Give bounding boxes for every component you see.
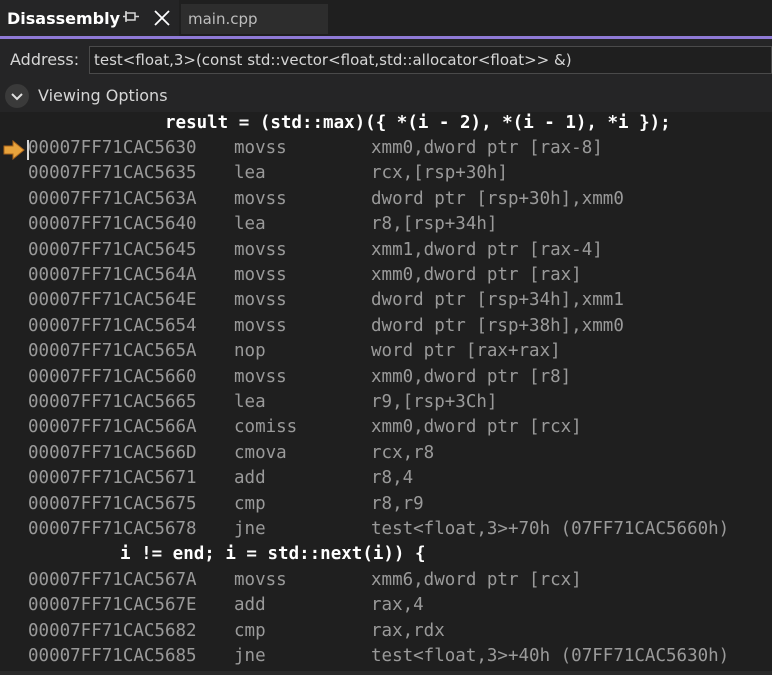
instruction-row[interactable]: 00007FF71CAC5654 movss dword ptr [rsp+38h]… bbox=[0, 316, 772, 341]
instruction-address: 00007FF71CAC564A bbox=[28, 265, 197, 285]
instruction-row[interactable]: 00007FF71CAC5640 lea r8,[rsp+34h] bbox=[0, 214, 772, 239]
instruction-address: 00007FF71CAC5685 bbox=[28, 646, 197, 667]
instruction-opcode: lea bbox=[234, 214, 266, 235]
instruction-address: 00007FF71CAC5645 bbox=[28, 239, 197, 260]
instruction-operands: rcx,[rsp+30h] bbox=[371, 163, 508, 184]
instruction-row[interactable]: 00007FF71CAC5630 movss xmm0,dword ptr [rax… bbox=[0, 138, 772, 163]
instruction-row[interactable]: 00007FF71CAC5645 movss xmm1,dword ptr [rax… bbox=[0, 240, 772, 265]
horizontal-scrollbar[interactable] bbox=[0, 671, 772, 675]
instruction-operands: test<float,3>+70h (07FF71CAC5660h) bbox=[371, 519, 730, 539]
pin-icon[interactable] bbox=[123, 9, 141, 27]
instruction-address: 00007FF71CAC5660 bbox=[28, 366, 197, 387]
instruction-opcode: movss bbox=[234, 570, 287, 590]
instruction-row[interactable]: 00007FF71CAC5671 add r8,4 bbox=[0, 468, 772, 493]
instruction-address: 00007FF71CAC5640 bbox=[28, 214, 197, 235]
instruction-row[interactable]: 00007FF71CAC564E movss dword ptr [rsp+34h]… bbox=[0, 290, 772, 315]
instruction-address: 00007FF71CAC566D bbox=[28, 442, 197, 463]
instruction-operands: xmm0,dword ptr [r8] bbox=[371, 366, 572, 387]
source-line: result = (std::max)({ *(i - 2), *(i - 1)… bbox=[165, 113, 671, 133]
instruction-opcode: lea bbox=[234, 163, 266, 184]
instruction-operands: dword ptr [rsp+30h],xmm0 bbox=[371, 188, 624, 209]
instruction-operands: rax,rdx bbox=[371, 620, 445, 641]
instruction-row[interactable]: 00007FF71CAC564A movss xmm0,dword ptr [rax… bbox=[0, 265, 772, 290]
address-input[interactable]: test<float,3>(const std::vector<float,st… bbox=[89, 46, 772, 74]
instruction-operands: dword ptr [rsp+34h],xmm1 bbox=[371, 290, 624, 311]
instruction-address: 00007FF71CAC565A bbox=[28, 341, 197, 362]
instruction-opcode: jne bbox=[234, 646, 266, 667]
instruction-row[interactable]: 00007FF71CAC5678 jne test<float,3>+70h (07… bbox=[0, 519, 772, 544]
instruction-row[interactable]: 00007FF71CAC563A movss dword ptr [rsp+30h]… bbox=[0, 189, 772, 214]
instruction-opcode: movss bbox=[234, 290, 287, 311]
instruction-operands: xmm0,dword ptr [rax-8] bbox=[371, 138, 603, 158]
instruction-address: 00007FF71CAC5665 bbox=[28, 392, 197, 412]
viewing-options-label[interactable]: Viewing Options bbox=[38, 86, 168, 105]
instruction-opcode: lea bbox=[234, 392, 266, 412]
instruction-address: 00007FF71CAC5654 bbox=[28, 315, 197, 336]
source-line: i != end; i = std::next(i)) { bbox=[120, 544, 426, 564]
instruction-opcode: comiss bbox=[234, 417, 298, 438]
instruction-row[interactable]: 00007FF71CAC567A movss xmm6,dword ptr [rcx… bbox=[0, 570, 772, 595]
instruction-address: 00007FF71CAC5682 bbox=[28, 620, 197, 641]
instruction-row[interactable]: 00007FF71CAC5675 cmp r8,r9 bbox=[0, 494, 772, 519]
instruction-opcode: movss bbox=[234, 239, 287, 260]
instruction-address: 00007FF71CAC5671 bbox=[28, 468, 197, 489]
instruction-opcode: add bbox=[234, 468, 266, 489]
document-tab-strip: Disassembly main.cpp bbox=[0, 0, 772, 36]
instruction-row[interactable]: 00007FF71CAC5665 lea r9,[rsp+3Ch] bbox=[0, 392, 772, 417]
instruction-address: 00007FF71CAC567E bbox=[28, 595, 197, 616]
instruction-row[interactable]: 00007FF71CAC565A nop word ptr [rax+rax] bbox=[0, 341, 772, 366]
instruction-operands: xmm1,dword ptr [rax-4] bbox=[371, 239, 603, 260]
instruction-operands: r8,r9 bbox=[371, 493, 424, 514]
instruction-opcode: movss bbox=[234, 188, 287, 209]
instruction-opcode: cmova bbox=[234, 442, 287, 463]
instruction-address: 00007FF71CAC564E bbox=[28, 290, 197, 311]
instruction-opcode: movss bbox=[234, 315, 287, 336]
instruction-opcode: movss bbox=[234, 265, 287, 285]
instruction-operands: xmm6,dword ptr [rcx] bbox=[371, 570, 582, 590]
instruction-operands: r8,4 bbox=[371, 468, 414, 489]
instruction-address: 00007FF71CAC563A bbox=[28, 188, 197, 209]
instruction-opcode: cmp bbox=[234, 493, 266, 514]
instruction-opcode: cmp bbox=[234, 620, 266, 641]
instruction-address: 00007FF71CAC5630 bbox=[28, 138, 197, 158]
instruction-operands: r8,[rsp+34h] bbox=[371, 214, 498, 235]
instruction-address: 00007FF71CAC567A bbox=[28, 570, 197, 590]
address-label: Address: bbox=[10, 50, 80, 69]
chevron-down-icon[interactable] bbox=[5, 84, 29, 108]
tab-disassembly[interactable]: Disassembly bbox=[0, 0, 179, 36]
instruction-address: 00007FF71CAC566A bbox=[28, 417, 197, 438]
tab-main-cpp[interactable]: main.cpp bbox=[181, 4, 328, 34]
instruction-row[interactable]: 00007FF71CAC566A comiss xmm0,dword ptr [rc… bbox=[0, 417, 772, 442]
close-icon[interactable] bbox=[152, 8, 172, 28]
instruction-row[interactable]: 00007FF71CAC5682 cmp rax,rdx bbox=[0, 621, 772, 646]
instruction-operands: xmm0,dword ptr [rax] bbox=[371, 265, 582, 285]
instruction-row[interactable]: 00007FF71CAC567E add rax,4 bbox=[0, 595, 772, 620]
instruction-row[interactable]: 00007FF71CAC5685 jne test<float,3>+40h (07… bbox=[0, 646, 772, 671]
instruction-row[interactable]: 00007FF71CAC5635 lea rcx,[rsp+30h] bbox=[0, 163, 772, 188]
instruction-operands: xmm0,dword ptr [rcx] bbox=[371, 417, 582, 438]
tab-main-cpp-label: main.cpp bbox=[188, 10, 258, 28]
instruction-opcode: add bbox=[234, 595, 266, 616]
instruction-operands: dword ptr [rsp+38h],xmm0 bbox=[371, 315, 624, 336]
instruction-opcode: movss bbox=[234, 366, 287, 387]
instruction-address: 00007FF71CAC5678 bbox=[28, 519, 197, 539]
instruction-address: 00007FF71CAC5675 bbox=[28, 493, 197, 514]
instruction-row[interactable]: 00007FF71CAC566D cmova rcx,r8 bbox=[0, 443, 772, 468]
instruction-address: 00007FF71CAC5635 bbox=[28, 163, 197, 184]
tab-disassembly-label: Disassembly bbox=[7, 9, 121, 28]
instruction-operands: r9,[rsp+3Ch] bbox=[371, 392, 498, 412]
instruction-operands: rax,4 bbox=[371, 595, 424, 616]
instruction-opcode: movss bbox=[234, 138, 287, 158]
instruction-operands: test<float,3>+40h (07FF71CAC5630h) bbox=[371, 646, 730, 667]
instruction-opcode: jne bbox=[234, 519, 266, 539]
instruction-row[interactable]: 00007FF71CAC5660 movss xmm0,dword ptr [r8] bbox=[0, 367, 772, 392]
instruction-operands: rcx,r8 bbox=[371, 442, 435, 463]
instruction-opcode: nop bbox=[234, 341, 266, 362]
instruction-operands: word ptr [rax+rax] bbox=[371, 341, 561, 362]
